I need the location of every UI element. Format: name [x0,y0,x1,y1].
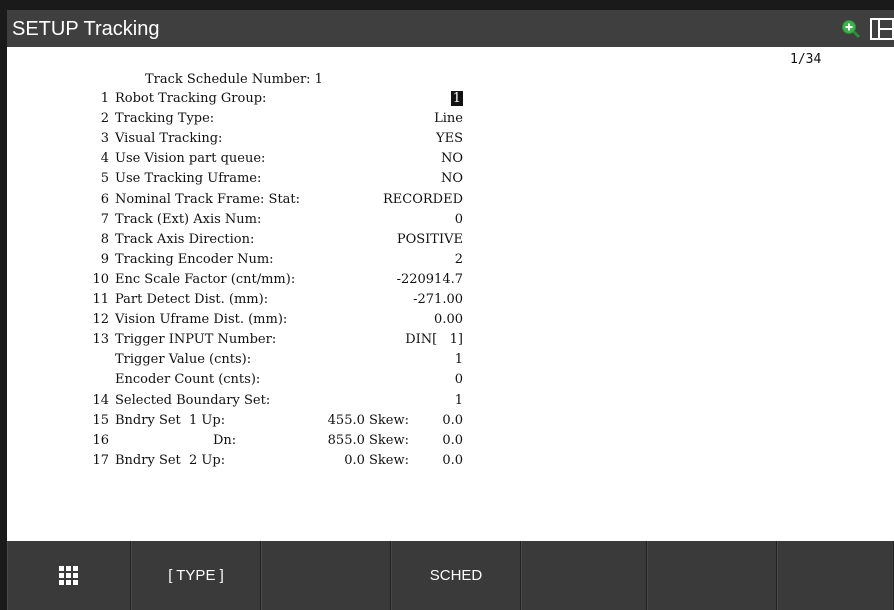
setup-item-row[interactable]: 4 Use Vision part queue: NO [87,151,467,170]
setup-item-row[interactable]: 13 Trigger INPUT Number: DIN[ 1] [87,332,467,351]
item-label: Selected Boundary Set: [115,392,271,408]
item-label: Part Detect Dist. (mm): [115,292,269,307]
boundary-row[interactable]: 17 Bndry Set 2 Up: 0.0 Skew: 0.0 [87,453,467,472]
softkey-type[interactable]: [ TYPE ] [131,541,261,610]
item-value[interactable]: NO [441,151,463,166]
item-label: Robot Tracking Group: [115,91,267,106]
item-label: Encoder Count (cnts): [115,372,261,388]
setup-item-row[interactable]: 2 Tracking Type: Line [87,111,467,130]
item-value[interactable]: 1 [455,393,463,408]
item-value[interactable]: -271.00 [413,292,463,307]
item-value[interactable]: POSITIVE [397,232,463,247]
item-label: Tracking Encoder Num: [115,251,274,267]
setup-item-row[interactable]: 12 Vision Uframe Dist. (mm): 0.00 [87,312,467,331]
boundary-label: Bndry Set 2 Up: [115,452,226,468]
item-value[interactable]: RECORDED [383,192,463,207]
item-value[interactable]: -220914.7 [397,272,463,287]
screen-title: SETUP Tracking [12,18,160,40]
item-value[interactable]: 2 [455,252,463,267]
setup-item-row[interactable]: Trigger Value (cnts): 1 [87,352,467,371]
item-value[interactable]: 0 [455,212,463,227]
softkey-empty[interactable] [777,541,894,610]
item-value-cursor[interactable]: 1 [450,91,463,106]
item-label: Nominal Track Frame: Stat: [115,191,301,207]
item-number: 1 [100,91,109,106]
setup-item-row[interactable]: 9 Tracking Encoder Num: 2 [87,252,467,271]
item-number: 7 [100,211,109,227]
setup-item-row[interactable]: 7 Track (Ext) Axis Num: 0 [87,212,467,231]
softkey-bar: [ TYPE ] SCHED [7,541,894,610]
item-number: 4 [100,151,109,167]
page-indicator: 1/34 [790,52,822,67]
setup-item-row[interactable]: 14 Selected Boundary Set: 1 [87,393,467,412]
boundary-up-value[interactable]: 0.0 Skew: [344,453,409,468]
item-number: 8 [100,231,109,247]
grid-icon [59,565,78,585]
item-value[interactable]: NO [441,171,463,186]
softkey-label: SCHED [429,567,483,584]
setup-item-row[interactable]: 1 Robot Tracking Group: 1 [87,91,467,110]
item-value[interactable]: YES [436,131,463,146]
item-number: 9 [100,251,109,267]
item-label: Enc Scale Factor (cnt/mm): [115,271,296,287]
softkey-empty[interactable] [647,541,777,610]
boundary-label: Bndry Set 1 Up: [115,412,226,428]
item-number: 15 [92,412,109,428]
setup-item-row[interactable]: 3 Visual Tracking: YES [87,131,467,150]
boundary-skew-value[interactable]: 0.0 [442,433,463,448]
item-number: 16 [92,432,109,448]
item-label: Vision Uframe Dist. (mm): [115,312,288,328]
title-bar: SETUP Tracking [7,10,894,47]
setup-item-row[interactable]: 5 Use Tracking Uframe: NO [87,171,467,190]
item-label: Visual Tracking: [115,131,223,147]
item-label: Trigger Value (cnts): [115,352,252,368]
boundary-up-value[interactable]: 855.0 Skew: [328,433,409,448]
setup-item-row[interactable]: 11 Part Detect Dist. (mm): -271.00 [87,292,467,311]
item-number: 6 [100,191,109,207]
item-number: 14 [92,392,109,408]
setup-content-area: 1/34 Track Schedule Number: 1 1 Robot Tra… [7,47,894,541]
item-label: Tracking Type: [115,111,215,127]
boundary-label: Dn: [213,432,237,448]
teach-pendant-screen: SETUP Tracking 1/34 Track Schedule Numbe… [0,0,894,610]
item-value[interactable]: 0.00 [434,312,463,327]
boundary-row[interactable]: 16 Dn: 855.0 Skew: 0.0 [87,433,467,452]
item-value[interactable]: 1 [455,352,463,367]
item-value[interactable]: DIN[ 1] [405,332,463,347]
item-label: Trigger INPUT Number: [115,332,277,348]
item-label: Track (Ext) Axis Num: [115,211,262,227]
item-number: 12 [92,312,109,328]
item-label: Track Axis Direction: [115,231,255,247]
item-number: 17 [92,452,109,468]
item-value[interactable]: Line [434,111,463,126]
setup-item-row[interactable]: 10 Enc Scale Factor (cnt/mm): -220914.7 [87,272,467,291]
item-number: 3 [100,131,109,147]
setup-item-row[interactable]: 6 Nominal Track Frame: Stat: RECORDED [87,192,467,211]
boundary-row[interactable]: 15 Bndry Set 1 Up: 455.0 Skew: 0.0 [87,413,467,432]
item-value[interactable]: 0 [455,372,463,387]
item-number: 5 [100,171,109,187]
setup-item-row[interactable]: 8 Track Axis Direction: POSITIVE [87,232,467,251]
softkey-label: [ TYPE ] [168,567,224,584]
setup-item-row[interactable]: Encoder Count (cnts): 0 [87,372,467,391]
split-screen-icon[interactable] [870,18,894,40]
boundary-skew-value[interactable]: 0.0 [442,453,463,468]
softkey-menu[interactable] [7,541,131,610]
zoom-in-icon[interactable] [841,19,861,39]
schedule-title: Track Schedule Number: 1 [145,72,323,87]
softkey-sched[interactable]: SCHED [391,541,521,610]
item-number: 11 [92,292,109,307]
softkey-empty[interactable] [261,541,391,610]
item-number: 10 [92,271,109,287]
item-label: Use Vision part queue: [115,151,266,167]
boundary-up-value[interactable]: 455.0 Skew: [328,413,409,428]
item-number: 2 [100,111,109,127]
item-label: Use Tracking Uframe: [115,171,262,187]
boundary-skew-value[interactable]: 0.0 [442,413,463,428]
item-number: 13 [92,332,109,348]
softkey-empty[interactable] [521,541,647,610]
